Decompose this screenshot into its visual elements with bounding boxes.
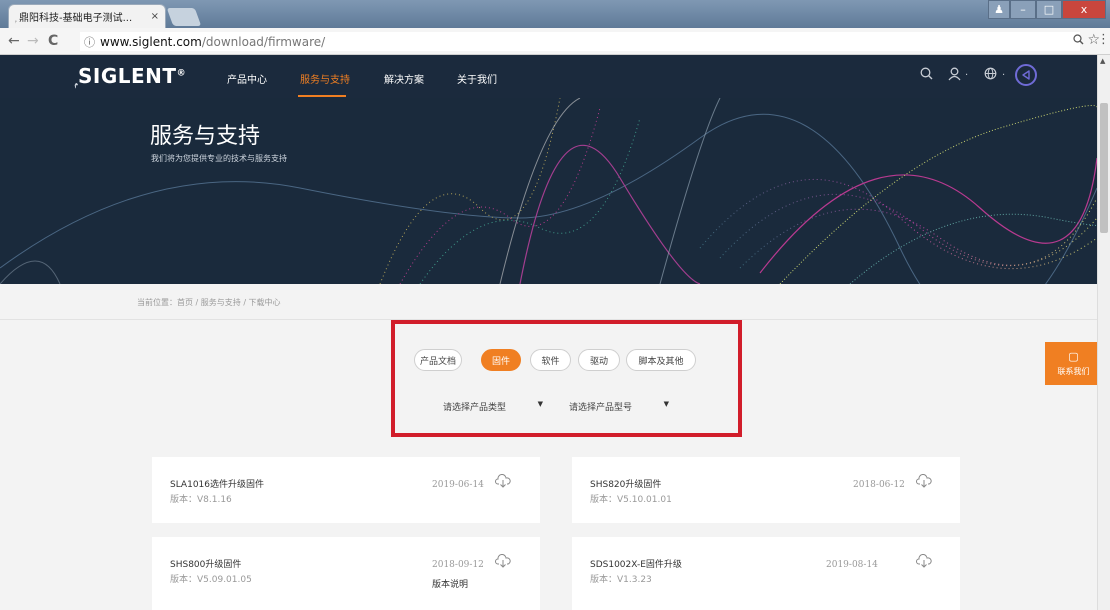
download-card[interactable]: SHS800升级固件 版本：V5.09.01.05 2018-09-12 版本说… — [152, 537, 540, 610]
download-card[interactable]: SDS1002X-E固件升级 版本：V1.3.23 2019-08-14 — [572, 537, 960, 610]
cloud-download-icon[interactable] — [916, 554, 932, 573]
site-info-icon[interactable]: ⓘ — [84, 34, 95, 50]
url-host: www.siglent.com — [100, 34, 202, 49]
tab-close-icon[interactable]: × — [151, 11, 159, 22]
logo-text: SIGLENT — [78, 64, 177, 88]
breadcrumb-bar: 当前位置：首页 / 服务与支持 / 下载中心 — [0, 284, 1097, 320]
download-name[interactable]: SHS800升级固件 — [170, 557, 241, 570]
download-date: 2018-06-12 — [853, 480, 905, 490]
download-card[interactable]: SHS820升级固件 版本：V5.10.01.01 2018-06-12 — [572, 457, 960, 523]
filter-highlight-box — [391, 320, 742, 437]
tab-scripts-other[interactable]: 脚本及其他 — [626, 349, 696, 371]
scrollbar-thumb[interactable] — [1100, 103, 1108, 233]
product-type-select-value: 请选择产品类型 — [443, 402, 507, 413]
nav-about-us[interactable]: 关于我们 — [457, 71, 497, 86]
url-path: /download/firmware/ — [201, 34, 326, 49]
product-model-select[interactable]: 请选择产品型号 ▼ — [569, 396, 669, 416]
download-version: 版本：V1.3.23 — [590, 575, 652, 585]
download-version: 版本：V5.10.01.01 — [590, 495, 672, 505]
user-icon[interactable] — [948, 67, 961, 85]
globe-caret-icon[interactable]: · — [1002, 70, 1005, 81]
site-header: ۭSIGLENT® 产品中心 服务与支持 解决方案 关于我们 · · — [0, 55, 1097, 98]
contact-us-label: 联系我们 — [1057, 367, 1090, 376]
cloud-download-icon[interactable] — [495, 474, 511, 493]
user-caret-icon[interactable]: · — [965, 70, 968, 81]
banner-subtitle: 我们将为您提供专业的技术与服务支持 — [151, 154, 287, 163]
tab-firmware[interactable]: 固件 — [481, 349, 521, 371]
download-date: 2019-06-14 — [432, 480, 484, 490]
close-window-button[interactable]: x — [1062, 0, 1106, 19]
banner-title: 服务与支持 — [150, 124, 261, 149]
window-controls: ♟ – □ x — [988, 0, 1106, 20]
download-name[interactable]: SLA1016选件升级固件 — [170, 477, 264, 490]
chevron-down-icon: ▼ — [663, 400, 669, 408]
page-scrollbar[interactable]: ▲ — [1097, 55, 1110, 610]
tab-drivers[interactable]: 驱动 — [578, 349, 620, 371]
reload-icon[interactable]: C — [48, 33, 58, 49]
hero-banner: 服务与支持 我们将为您提供专业的技术与服务支持 — [0, 98, 1097, 284]
product-model-select-value: 请选择产品型号 — [569, 402, 633, 413]
minimize-button[interactable]: – — [1010, 0, 1036, 19]
browser-title-bar: ۭ 鼎阳科技-基础电子测试... × ♟ – □ x — [0, 0, 1110, 28]
cloud-download-icon[interactable] — [916, 474, 932, 493]
chevron-down-icon: ▼ — [537, 400, 543, 408]
active-nav-underline — [298, 95, 346, 97]
download-card[interactable]: SLA1016选件升级固件 版本：V8.1.16 2019-06-14 — [152, 457, 540, 523]
search-icon[interactable] — [920, 67, 933, 84]
globe-icon[interactable] — [984, 67, 997, 84]
tab-software[interactable]: 软件 — [530, 349, 571, 371]
browser-tab[interactable]: ۭ 鼎阳科技-基础电子测试... × — [8, 4, 166, 28]
url-input[interactable]: ⓘ www.siglent.com /download/firmware/ — [80, 32, 1080, 51]
download-date: 2019-08-14 — [826, 560, 878, 570]
product-type-select[interactable]: 请选择产品类型 ▼ — [443, 396, 543, 416]
back-icon[interactable]: ← — [8, 33, 20, 49]
download-name[interactable]: SDS1002X-E固件升级 — [590, 557, 682, 570]
address-bar: ← → C ⓘ www.siglent.com /download/firmwa… — [0, 28, 1110, 55]
download-version: 版本：V8.1.16 — [170, 495, 232, 505]
breadcrumb[interactable]: 当前位置：首页 / 服务与支持 / 下载中心 — [137, 297, 281, 308]
siglent-logo[interactable]: ۭSIGLENT® — [75, 64, 186, 88]
download-date: 2018-09-12 — [432, 560, 484, 570]
tab-product-docs[interactable]: 产品文档 — [414, 349, 462, 371]
scroll-up-arrow-icon[interactable]: ▲ — [1100, 57, 1105, 65]
new-tab-button[interactable] — [166, 8, 202, 26]
tab-title: 鼎阳科技-基础电子测试... — [19, 13, 133, 24]
share-icon[interactable] — [1015, 64, 1037, 86]
download-name[interactable]: SHS820升级固件 — [590, 477, 661, 490]
browser-menu-icon[interactable]: ⋮ — [1097, 32, 1110, 47]
message-icon: ▢ — [1068, 350, 1079, 363]
release-notes-link[interactable]: 版本说明 — [432, 577, 468, 590]
maximize-button[interactable]: □ — [1036, 0, 1062, 19]
cloud-download-icon[interactable] — [495, 554, 511, 573]
nav-service-support[interactable]: 服务与支持 — [300, 71, 350, 86]
forward-icon[interactable]: → — [27, 33, 39, 49]
contact-us-button[interactable]: ▢ 联系我们 — [1045, 342, 1102, 385]
zoom-icon[interactable] — [1073, 34, 1084, 48]
nav-solutions[interactable]: 解决方案 — [384, 71, 424, 86]
profile-icon[interactable]: ♟ — [988, 0, 1010, 19]
nav-products[interactable]: 产品中心 — [227, 71, 267, 86]
download-version: 版本：V5.09.01.05 — [170, 575, 252, 585]
logo-registered: ® — [176, 68, 187, 79]
